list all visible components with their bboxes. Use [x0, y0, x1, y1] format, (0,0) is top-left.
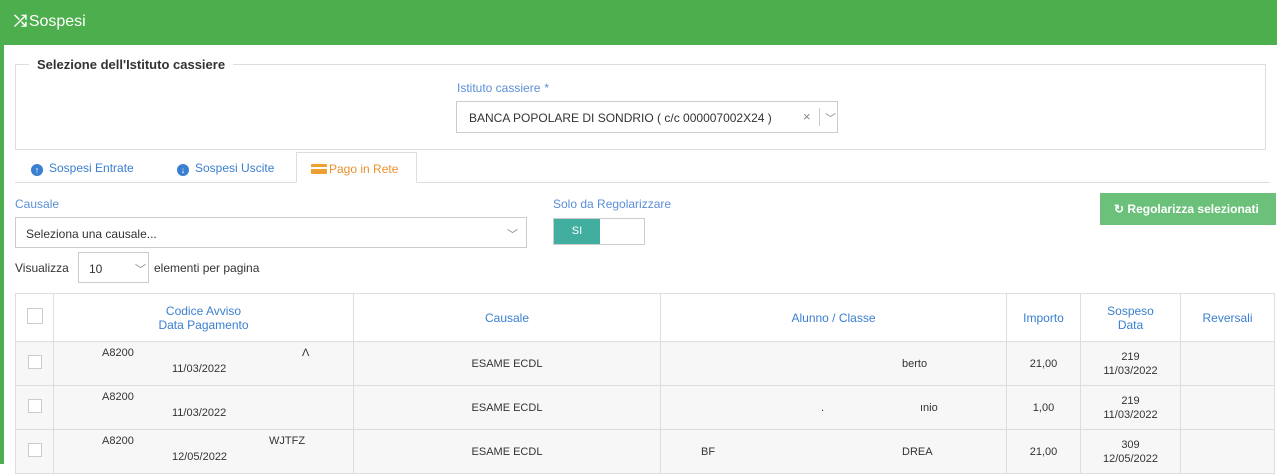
codice-avviso: A8200: [102, 391, 134, 403]
causale-cell: ESAME ECDL: [353, 429, 661, 474]
tab-sospesi-entrate[interactable]: ↑ Sospesi Entrate: [31, 152, 134, 191]
row-checkbox-cell: [15, 341, 54, 386]
sospeso-numero: 309: [1121, 438, 1140, 451]
codice-avviso: A8200: [102, 347, 134, 359]
row-checkbox-cell: [15, 385, 54, 430]
page-size-select[interactable]: 10 ﹀: [78, 252, 149, 283]
page-size-value: 10: [89, 262, 103, 276]
codice-fragment: Λ: [302, 347, 310, 359]
sospeso-cell: 219 11/03/2022: [1080, 385, 1181, 430]
arrow-up-circle-icon: ↑: [31, 164, 43, 176]
data-pagamento: 11/03/2022: [172, 363, 227, 375]
table-header-row: Codice Avviso Data Pagamento Causale Alun…: [15, 293, 1275, 342]
required-mark: *: [544, 81, 550, 95]
select-all-checkbox[interactable]: [26, 308, 43, 324]
elementi-label: elementi per pagina: [154, 261, 260, 275]
sospeso-data: 12/05/2022: [1102, 452, 1159, 465]
row-checkbox[interactable]: [27, 399, 42, 413]
regolarizza-label: Regolarizza selezionati: [1127, 202, 1259, 216]
regolarizza-button[interactable]: ↻ Regolarizza selezionati: [1100, 193, 1276, 225]
col-sospeso[interactable]: Sospeso Data: [1080, 293, 1181, 342]
istituto-select[interactable]: BANCA POPOLARE DI SONDRIO ( c/c 00000700…: [456, 101, 838, 133]
alunno-fragment-a: BF: [701, 446, 716, 458]
sospeso-cell: 219 11/03/2022: [1080, 341, 1181, 386]
visualizza-label: Visualizza: [15, 261, 69, 275]
row-checkbox[interactable]: [27, 443, 42, 457]
alunno-cell: BF DREA: [660, 429, 1007, 474]
alunno-cell: . ınio: [660, 385, 1007, 430]
col-codice[interactable]: Codice Avviso Data Pagamento: [53, 293, 354, 342]
credit-card-icon: [311, 164, 327, 174]
col-sospeso-line2: Data: [1117, 317, 1144, 332]
reversali-cell: [1180, 429, 1275, 474]
col-alunno[interactable]: Alunno / Classe: [660, 293, 1007, 342]
left-accent-bar: [0, 45, 4, 464]
reversali-cell: [1180, 341, 1275, 386]
tab-label: Sospesi Entrate: [49, 161, 134, 175]
alunno-cell: berto: [660, 341, 1007, 386]
alunno-fragment-b: ınio: [920, 402, 938, 414]
select-separator: [819, 108, 820, 126]
arrow-down-circle-icon: ↓: [177, 164, 189, 176]
col-codice-line2: Data Pagamento: [158, 317, 249, 332]
data-pagamento: 12/05/2022: [172, 451, 228, 463]
sospeso-numero: 219: [1121, 394, 1140, 407]
sospeso-data: 11/03/2022: [1103, 408, 1158, 421]
alunno-fragment-mid: .: [821, 402, 825, 414]
sospeso-cell: 309 12/05/2022: [1080, 429, 1181, 474]
causale-placeholder: Seleziona una causale...: [26, 227, 157, 241]
solo-regolarizzare-label: Solo da Regolarizzare: [553, 197, 672, 211]
reversali-cell: [1180, 385, 1275, 430]
col-causale[interactable]: Causale: [353, 293, 661, 342]
sospeso-numero: 219: [1121, 350, 1140, 363]
codice-avviso: A8200: [102, 435, 134, 447]
importo-cell: 21,00: [1006, 429, 1081, 474]
sospesi-table: Codice Avviso Data Pagamento Causale Alun…: [15, 293, 1275, 474]
chevron-down-icon[interactable]: ﹀: [825, 110, 836, 126]
causale-cell: ESAME ECDL: [353, 341, 661, 386]
istituto-legend: Selezione dell'Istituto cassiere: [29, 57, 234, 72]
page-header: ⤮ Sospesi: [0, 0, 1277, 45]
col-reversali[interactable]: Reversali: [1180, 293, 1275, 342]
causale-select[interactable]: Seleziona una causale... ﹀: [15, 217, 527, 248]
istituto-select-value: BANCA POPOLARE DI SONDRIO ( c/c 00000700…: [469, 111, 772, 125]
causale-label: Causale: [15, 197, 60, 211]
clear-icon[interactable]: ×: [803, 109, 811, 124]
tab-pago-in-rete[interactable]: Pago in Rete: [296, 152, 417, 183]
col-importo[interactable]: Importo: [1006, 293, 1081, 342]
table-row[interactable]: A8200 WJTFZ 12/05/2022 ESAME ECDL BF DREA 2…: [15, 429, 1275, 474]
page-title-text: Sospesi: [28, 13, 86, 30]
table-row[interactable]: A8200 Λ 11/03/2022 ESAME ECDL berto 21,00 …: [15, 341, 1275, 386]
codice-cell: A8200 11/03/2022: [53, 385, 354, 430]
tab-label: Pago in Rete: [329, 162, 399, 176]
sospeso-data: 11/03/2022: [1103, 364, 1158, 377]
select-all-cell: [15, 293, 54, 342]
istituto-label-text: Istituto cassiere: [457, 81, 541, 95]
istituto-label: Istituto cassiere *: [457, 81, 549, 95]
refresh-icon: ↻: [1114, 202, 1125, 216]
toggle-on-label: SI: [554, 219, 600, 244]
importo-cell: 1,00: [1006, 385, 1081, 430]
codice-fragment: WJTFZ: [269, 435, 306, 447]
codice-cell: A8200 Λ 11/03/2022: [53, 341, 354, 386]
col-sospeso-line1: Sospeso: [1107, 303, 1154, 318]
codice-cell: A8200 WJTFZ 12/05/2022: [53, 429, 354, 474]
solo-regolarizzare-toggle[interactable]: SI: [553, 218, 645, 245]
random-icon: ⤮: [14, 13, 27, 30]
chevron-down-icon[interactable]: ﹀: [507, 226, 518, 242]
tab-label: Sospesi Uscite: [195, 161, 275, 175]
alunno-fragment-b: berto: [902, 358, 928, 370]
page-title: ⤮ Sospesi: [14, 13, 86, 31]
col-codice-line1: Codice Avviso: [165, 303, 242, 318]
chevron-down-icon[interactable]: ﹀: [135, 261, 146, 277]
alunno-fragment-b: DREA: [902, 446, 933, 458]
row-checkbox[interactable]: [27, 355, 42, 369]
causale-cell: ESAME ECDL: [353, 385, 661, 430]
tab-sospesi-uscite[interactable]: ↓ Sospesi Uscite: [177, 152, 274, 191]
table-row[interactable]: A8200 11/03/2022 ESAME ECDL . ınio 1,00 21…: [15, 385, 1275, 430]
data-pagamento: 11/03/2022: [172, 407, 227, 419]
importo-cell: 21,00: [1006, 341, 1081, 386]
row-checkbox-cell: [15, 429, 54, 474]
